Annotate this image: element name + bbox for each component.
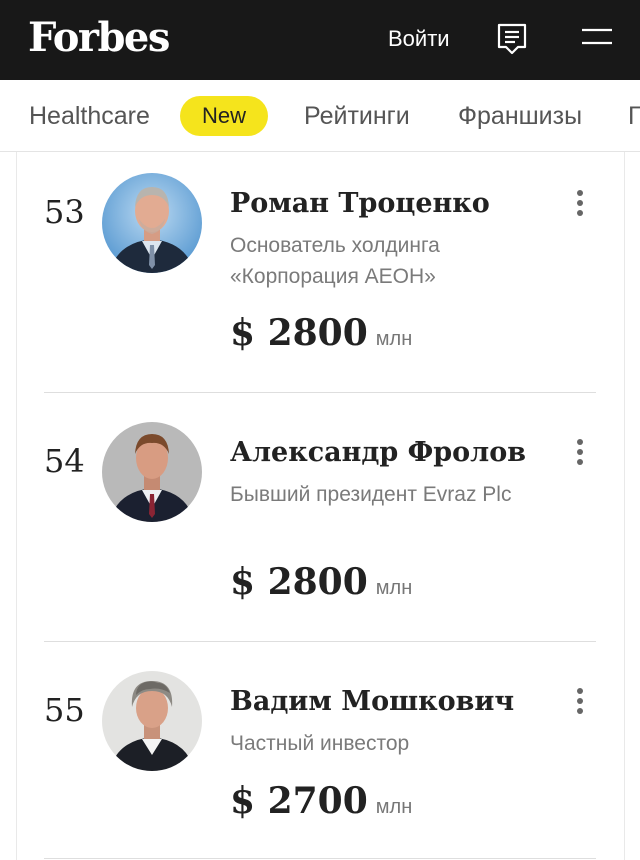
person-name[interactable]: Александр Фролов (230, 436, 526, 470)
person-description: Бывший президент Evraz Plc (230, 483, 512, 506)
rank-number: 55 (44, 691, 85, 729)
rank-number: 54 (44, 442, 85, 480)
net-worth: $ 2800 млн (230, 312, 412, 354)
document-list-icon[interactable] (494, 20, 530, 56)
login-button[interactable]: Войти (388, 24, 450, 54)
divider (44, 392, 596, 393)
divider (44, 641, 596, 642)
divider (44, 858, 596, 859)
net-worth-amount: $ 2700 (230, 780, 368, 822)
forbes-logo[interactable]: Forbes (28, 12, 170, 64)
right-border (624, 152, 625, 860)
hamburger-menu-icon[interactable] (580, 24, 614, 50)
ranking-list: 53 Роман Троценко Основатель холдинга «К… (0, 152, 640, 860)
net-worth-unit: млн (375, 577, 413, 599)
net-worth-amount: $ 2800 (230, 561, 368, 603)
new-badge[interactable]: New (180, 96, 268, 136)
person-avatar[interactable] (102, 422, 202, 522)
person-avatar[interactable] (102, 173, 202, 273)
net-worth: $ 2700 млн (230, 780, 412, 822)
person-name[interactable]: Роман Троценко (230, 187, 490, 221)
rank-number: 53 (44, 193, 85, 231)
more-options-icon[interactable] (570, 686, 590, 716)
net-worth: $ 2800 млн (230, 561, 412, 603)
more-options-icon[interactable] (570, 437, 590, 467)
top-header: Forbes Войти (0, 0, 640, 80)
nav-item-ratings[interactable]: Рейтинги (304, 100, 410, 132)
person-avatar[interactable] (102, 671, 202, 771)
net-worth-amount: $ 2800 (230, 312, 368, 354)
net-worth-unit: млн (375, 328, 413, 350)
more-options-icon[interactable] (570, 188, 590, 218)
net-worth-unit: млн (375, 796, 413, 818)
nav-item-truncated[interactable]: Г (628, 100, 640, 132)
left-border (16, 152, 17, 860)
person-description: Частный инвестор (230, 732, 410, 755)
person-description: Основатель холдинга «Корпорация АЕОН» (230, 234, 440, 288)
category-nav: Healthcare New Рейтинги Франшизы Г (0, 80, 640, 152)
person-name[interactable]: Вадим Мошкович (230, 685, 514, 719)
nav-item-healthcare[interactable]: Healthcare (29, 100, 150, 132)
nav-item-franchises[interactable]: Франшизы (458, 100, 582, 132)
